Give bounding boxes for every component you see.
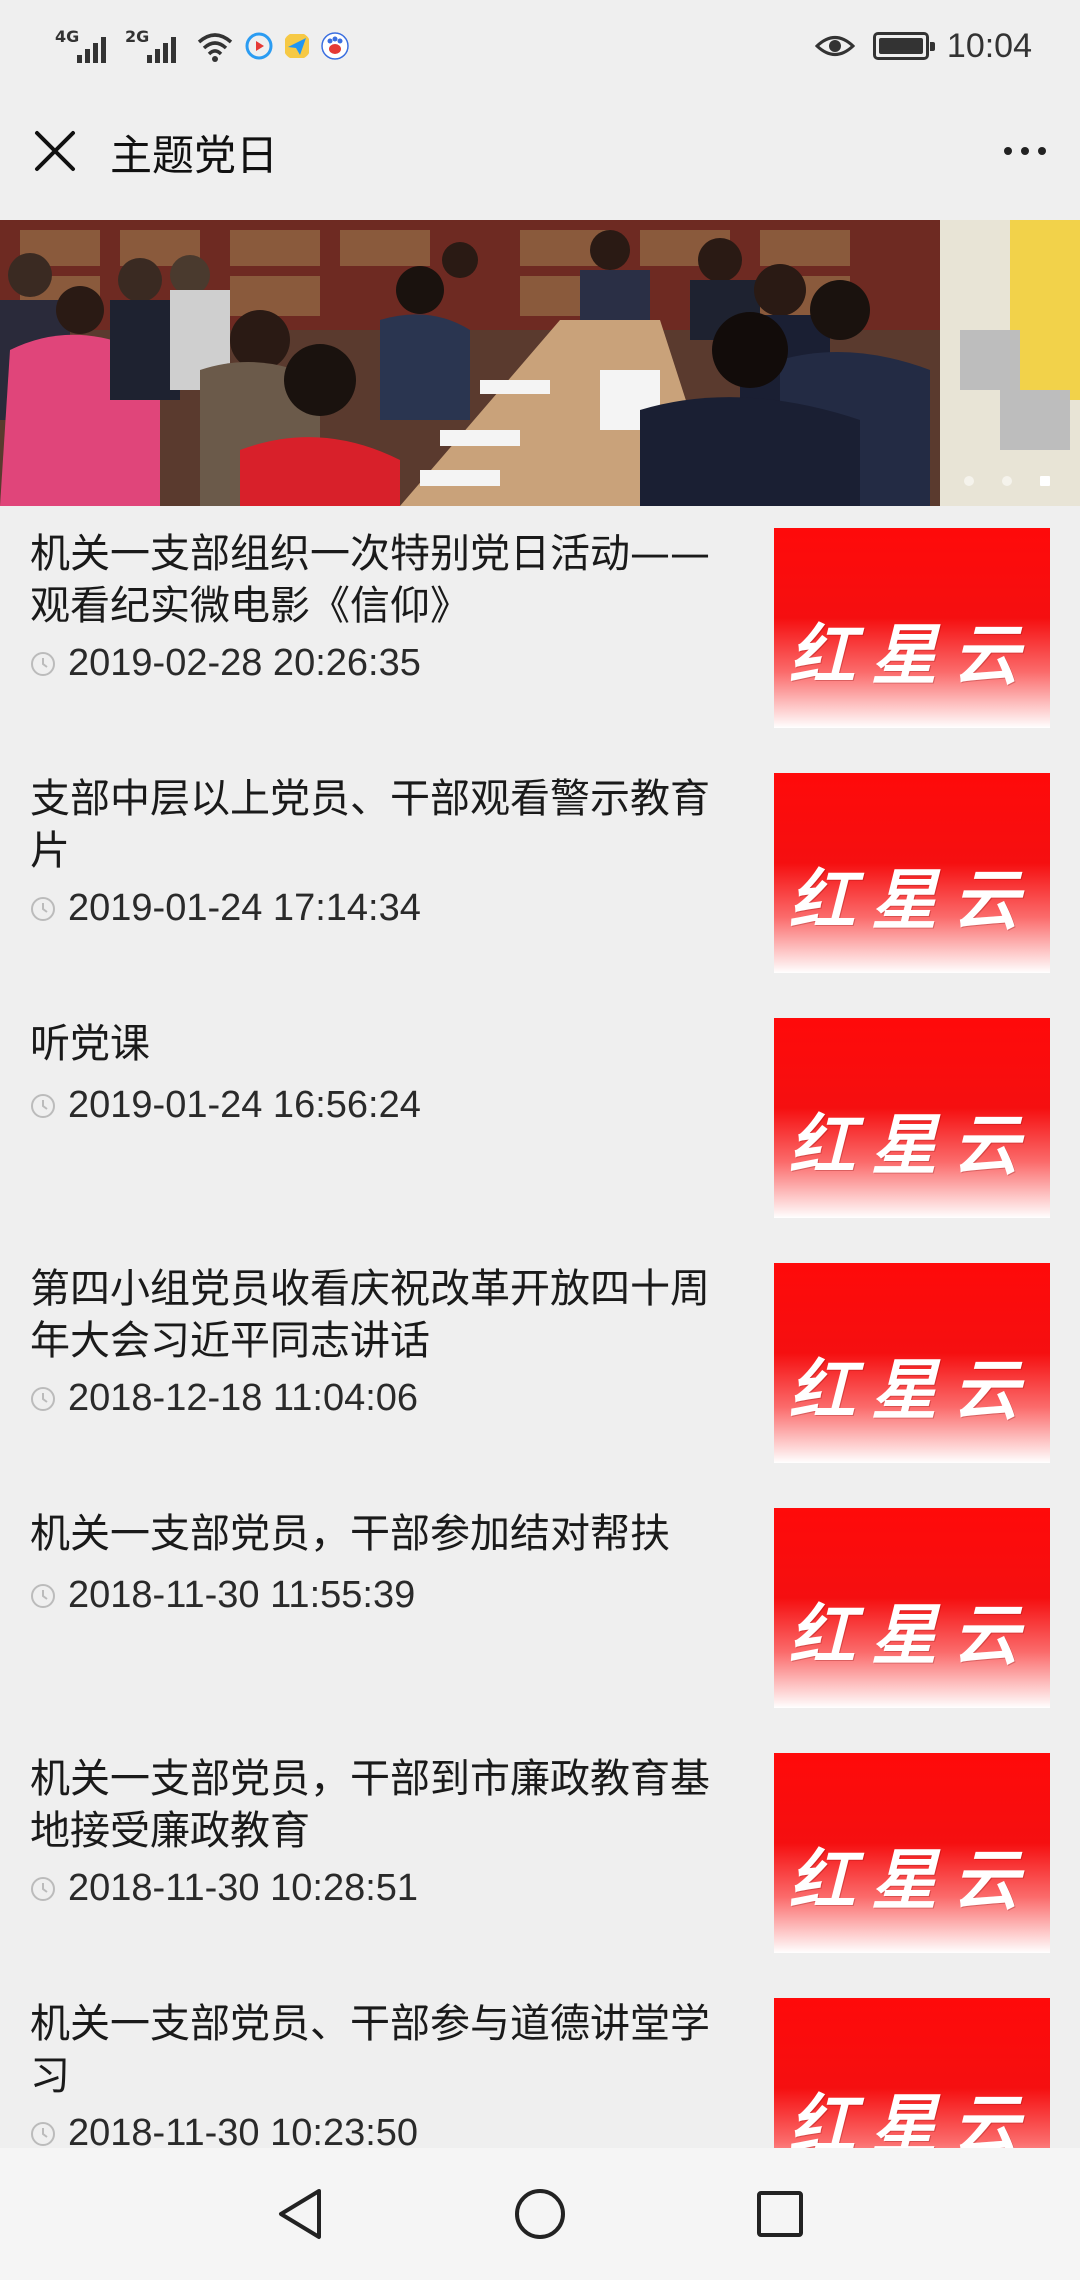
item-timestamp: 2019-01-24 16:56:24 [30, 1084, 421, 1127]
item-title: 机关一支部党员，干部参加结对帮扶 [30, 1511, 670, 1557]
carousel-indicator [964, 476, 1050, 486]
recents-button[interactable] [750, 2184, 810, 2244]
thumbnail-logo-text: 红星云 [789, 1841, 1035, 1919]
item-timestamp: 2018-11-30 11:55:39 [30, 1574, 415, 1617]
clock-icon [31, 1876, 55, 1901]
item-time-text: 2018-11-30 11:55:39 [68, 1574, 416, 1616]
item-thumbnail: 红星云 [774, 773, 1050, 973]
clock-icon [31, 2121, 55, 2146]
close-icon [35, 131, 75, 171]
more-dot-icon [1004, 147, 1012, 155]
home-circle-icon [515, 2189, 565, 2239]
item-title: 机关一支部组织一次特别党日活动——观看纪实微电影《信仰》 [30, 531, 710, 629]
status-icons-left: 4G 2G [55, 20, 349, 72]
list-item[interactable]: 机关一支部党员，干部到市廉政教育基地接受廉政教育 2018-11-30 10:2… [0, 1731, 1080, 1976]
more-dot-icon [1021, 147, 1029, 155]
item-timestamp: 2018-11-30 10:28:51 [30, 1867, 418, 1910]
item-title: 听党课 [30, 1021, 150, 1067]
thumbnail-logo-text: 红星云 [789, 861, 1035, 939]
clock-icon [31, 1386, 55, 1411]
thumbnail-logo-text: 红星云 [789, 1596, 1035, 1674]
article-list: 机关一支部组织一次特别党日活动——观看纪实微电影《信仰》 2019-02-28 … [0, 506, 1080, 2148]
thumbnail-logo-text: 红星云 [789, 1351, 1035, 1429]
more-options-button[interactable] [990, 118, 1060, 184]
close-button[interactable] [22, 118, 88, 184]
cellular-signal-icon: 4G [55, 25, 115, 67]
clock-icon [31, 651, 55, 676]
item-time-text: 2019-01-24 16:56:24 [68, 1084, 421, 1126]
item-title: 支部中层以上党员、干部观看警示教育片 [30, 776, 710, 874]
more-dot-icon [1038, 147, 1046, 155]
banner-photo [0, 220, 1080, 506]
system-navigation-bar [0, 2148, 1080, 2280]
item-timestamp: 2019-01-24 17:14:34 [30, 887, 421, 930]
item-thumbnail: 红星云 [774, 1018, 1050, 1218]
signal-type-label: 2G [125, 27, 150, 46]
item-time-text: 2018-11-30 10:28:51 [68, 1867, 419, 1909]
item-timestamp: 2018-12-18 11:04:06 [30, 1377, 418, 1420]
cellular-signal-icon: 2G [125, 25, 185, 67]
signal-type-label: 4G [55, 27, 80, 46]
list-item[interactable]: 听党课 2019-01-24 16:56:24 红星云 [0, 996, 1080, 1241]
page-title: 主题党日 [110, 131, 279, 180]
wifi-icon [197, 33, 233, 62]
item-title: 机关一支部党员、干部参与道德讲堂学习 [30, 2001, 710, 2099]
item-timestamp: 2018-11-30 10:23:50 [30, 2112, 418, 2148]
item-time-text: 2019-02-28 20:26:35 [68, 642, 421, 684]
item-title: 机关一支部党员，干部到市廉政教育基地接受廉政教育 [30, 1756, 710, 1854]
eye-comfort-icon [814, 36, 855, 56]
back-triangle-icon [279, 2189, 321, 2239]
thumbnail-logo-text: 红星云 [789, 616, 1035, 694]
list-item[interactable]: 机关一支部组织一次特别党日活动——观看纪实微电影《信仰》 2019-02-28 … [0, 506, 1080, 751]
list-item[interactable]: 第四小组党员收看庆祝改革开放四十周年大会习近平同志讲话 2018-12-18 1… [0, 1241, 1080, 1486]
top-app-bar: 主题党日 [0, 92, 1080, 220]
clock-icon [31, 896, 55, 921]
status-time: 10:04 [946, 26, 1032, 65]
carousel-dot-active [1040, 476, 1050, 486]
status-icons-right: 10:04 [814, 20, 1032, 72]
item-thumbnail: 红星云 [774, 1263, 1050, 1463]
banner-carousel[interactable] [0, 220, 1080, 506]
item-thumbnail: 红星云 [774, 1998, 1050, 2148]
clock-icon [31, 1093, 55, 1118]
list-item[interactable]: 支部中层以上党员、干部观看警示教育片 2019-01-24 17:14:34 红… [0, 751, 1080, 996]
item-thumbnail: 红星云 [774, 1753, 1050, 1953]
back-button[interactable] [270, 2184, 330, 2244]
item-time-text: 2019-01-24 17:14:34 [68, 887, 421, 929]
home-button[interactable] [510, 2184, 570, 2244]
status-bar: 4G 2G 10:04 [0, 0, 1080, 92]
carousel-dot [964, 476, 974, 486]
carousel-dot [1002, 476, 1012, 486]
item-title: 第四小组党员收看庆祝改革开放四十周年大会习近平同志讲话 [30, 1266, 710, 1364]
paw-app-icon [321, 32, 349, 60]
item-timestamp: 2019-02-28 20:26:35 [30, 642, 421, 685]
item-thumbnail: 红星云 [774, 1508, 1050, 1708]
clock-icon [31, 1583, 55, 1608]
list-item[interactable]: 机关一支部党员、干部参与道德讲堂学习 2018-11-30 10:23:50 红… [0, 1976, 1080, 2148]
video-app-icon [245, 32, 273, 60]
battery-icon [872, 32, 935, 60]
thumbnail-logo-text: 红星云 [789, 1106, 1035, 1184]
thumbnail-logo-text: 红星云 [789, 2086, 1035, 2148]
item-time-text: 2018-11-30 10:23:50 [68, 2112, 419, 2148]
list-item[interactable]: 机关一支部党员，干部参加结对帮扶 2018-11-30 11:55:39 红星云 [0, 1486, 1080, 1731]
paper-plane-app-icon [285, 34, 309, 58]
item-thumbnail: 红星云 [774, 528, 1050, 728]
recents-square-icon [757, 2191, 803, 2237]
item-time-text: 2018-12-18 11:04:06 [68, 1377, 419, 1419]
